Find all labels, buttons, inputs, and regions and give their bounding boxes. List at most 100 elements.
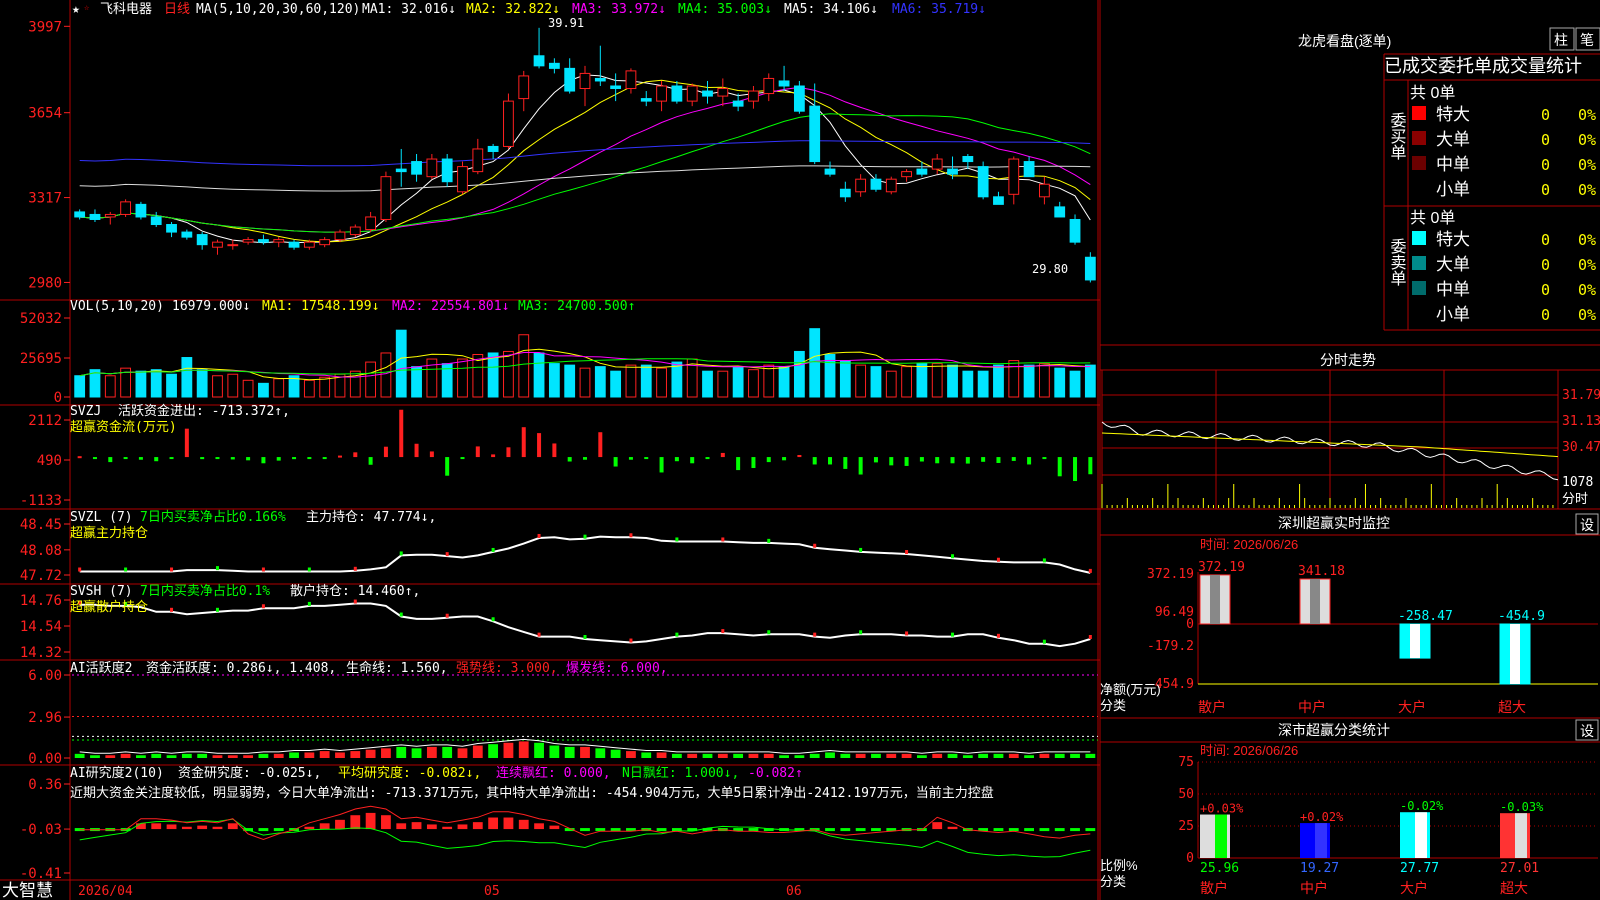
volume-bar[interactable] bbox=[640, 364, 652, 398]
volume-bar[interactable] bbox=[671, 361, 683, 398]
volume-bar[interactable] bbox=[594, 366, 606, 398]
activity-bar[interactable] bbox=[503, 742, 514, 758]
activity-bar[interactable] bbox=[779, 755, 789, 758]
candle-body[interactable] bbox=[916, 168, 928, 175]
volume-bar[interactable] bbox=[855, 364, 867, 398]
volume-bar[interactable] bbox=[839, 360, 851, 398]
flow-bar[interactable] bbox=[491, 454, 496, 458]
candle-body[interactable] bbox=[993, 196, 1004, 205]
activity-bar[interactable] bbox=[319, 751, 330, 758]
activity-bar[interactable] bbox=[916, 755, 927, 758]
flow-bar[interactable] bbox=[460, 457, 465, 460]
activity-bar[interactable] bbox=[1054, 753, 1065, 758]
flow-bar[interactable] bbox=[215, 457, 220, 460]
volume-bar[interactable] bbox=[625, 364, 637, 398]
svzl-chart[interactable]: 48.45 48.08 47.72 bbox=[20, 517, 1092, 584]
volume-bar[interactable] bbox=[487, 352, 499, 398]
research-bar[interactable] bbox=[1039, 828, 1050, 832]
activity-bar[interactable] bbox=[350, 751, 361, 758]
flow-bar[interactable] bbox=[766, 457, 771, 463]
flow-bar[interactable] bbox=[1011, 457, 1016, 461]
candle-body[interactable] bbox=[181, 231, 193, 238]
flow-bar[interactable] bbox=[812, 457, 817, 465]
candle-body[interactable] bbox=[564, 67, 576, 92]
candle-body[interactable] bbox=[242, 239, 254, 243]
candle-body[interactable] bbox=[258, 239, 269, 243]
activity-bar[interactable] bbox=[825, 752, 835, 758]
activity-bar[interactable] bbox=[488, 744, 499, 758]
stock-name[interactable]: 飞科电器 bbox=[100, 2, 152, 17]
candle-body[interactable] bbox=[671, 85, 683, 102]
flow-bar[interactable] bbox=[307, 457, 312, 460]
candle-body[interactable] bbox=[548, 62, 560, 69]
activity-bar[interactable] bbox=[549, 745, 560, 758]
activity-bar[interactable] bbox=[426, 746, 437, 758]
research-bar[interactable] bbox=[258, 828, 269, 832]
activity-bar[interactable] bbox=[656, 752, 667, 758]
candle-body[interactable] bbox=[441, 158, 453, 183]
flow-bar[interactable] bbox=[950, 457, 955, 464]
activity-bar[interactable] bbox=[717, 753, 728, 758]
volume-bar[interactable] bbox=[1054, 367, 1066, 398]
candle-body[interactable] bbox=[533, 55, 545, 67]
activity-bar[interactable] bbox=[304, 752, 315, 758]
volume-bar[interactable] bbox=[885, 370, 897, 398]
flow-bar[interactable] bbox=[230, 457, 235, 460]
candle-body[interactable] bbox=[717, 88, 729, 97]
sz-monitor-settings-button[interactable]: 设 bbox=[1580, 517, 1594, 533]
volume-bar[interactable] bbox=[533, 352, 545, 398]
research-bar[interactable] bbox=[1024, 828, 1034, 832]
activity-bar[interactable] bbox=[564, 746, 575, 758]
activity-bar[interactable] bbox=[227, 755, 238, 758]
volume-bar[interactable] bbox=[901, 366, 912, 398]
research-bar[interactable] bbox=[411, 822, 422, 830]
volume-bar[interactable] bbox=[380, 352, 392, 398]
activity-bar[interactable] bbox=[166, 755, 177, 758]
activity-bar[interactable] bbox=[1085, 753, 1096, 758]
candle-body[interactable] bbox=[610, 85, 622, 90]
flow-bar[interactable] bbox=[261, 457, 266, 464]
candle-body[interactable] bbox=[962, 156, 974, 163]
research-bar[interactable] bbox=[855, 828, 866, 832]
activity-bar[interactable] bbox=[580, 746, 590, 758]
volume-bar[interactable] bbox=[763, 364, 775, 398]
candle-body[interactable] bbox=[870, 178, 882, 190]
flow-bar[interactable] bbox=[276, 457, 281, 461]
candle-body[interactable] bbox=[120, 201, 131, 215]
research-bar[interactable] bbox=[503, 817, 514, 830]
research-bar[interactable] bbox=[610, 828, 621, 832]
research-bar[interactable] bbox=[365, 812, 376, 830]
research-bar[interactable] bbox=[381, 815, 391, 830]
flow-bar[interactable] bbox=[919, 457, 924, 462]
research-bar[interactable] bbox=[273, 828, 284, 832]
flow-bar[interactable] bbox=[123, 457, 128, 460]
volume-bar[interactable] bbox=[74, 375, 86, 398]
candle-body[interactable] bbox=[196, 234, 208, 246]
ai-active-chart[interactable]: 6.00 2.96 0.00 bbox=[28, 668, 1098, 767]
volume-bar[interactable] bbox=[548, 363, 560, 398]
candle-body[interactable] bbox=[135, 203, 147, 218]
research-bar[interactable] bbox=[136, 823, 146, 830]
flow-bar[interactable] bbox=[429, 451, 434, 458]
pen-mode-button[interactable]: 笔 bbox=[1580, 32, 1594, 48]
research-bar[interactable] bbox=[947, 826, 958, 830]
activity-bar[interactable] bbox=[335, 752, 345, 758]
flow-bar[interactable] bbox=[858, 457, 863, 475]
candle-body[interactable] bbox=[1023, 161, 1035, 178]
candle-body[interactable] bbox=[472, 148, 484, 173]
activity-bar[interactable] bbox=[794, 755, 805, 758]
flow-bar[interactable] bbox=[751, 457, 756, 469]
candle-body[interactable] bbox=[702, 90, 713, 97]
candle-body[interactable] bbox=[748, 90, 759, 102]
volume-bar[interactable] bbox=[809, 328, 821, 398]
candle-body[interactable] bbox=[1084, 256, 1096, 281]
candle-body[interactable] bbox=[778, 80, 790, 87]
activity-bar[interactable] bbox=[947, 753, 958, 758]
flow-bar[interactable] bbox=[169, 457, 174, 460]
candle-body[interactable] bbox=[89, 213, 101, 220]
volume-bar[interactable] bbox=[258, 382, 269, 398]
activity-bar[interactable] bbox=[809, 753, 820, 758]
research-bar[interactable] bbox=[534, 823, 544, 830]
candle-body[interactable] bbox=[150, 216, 162, 226]
candle-body[interactable] bbox=[625, 70, 637, 90]
